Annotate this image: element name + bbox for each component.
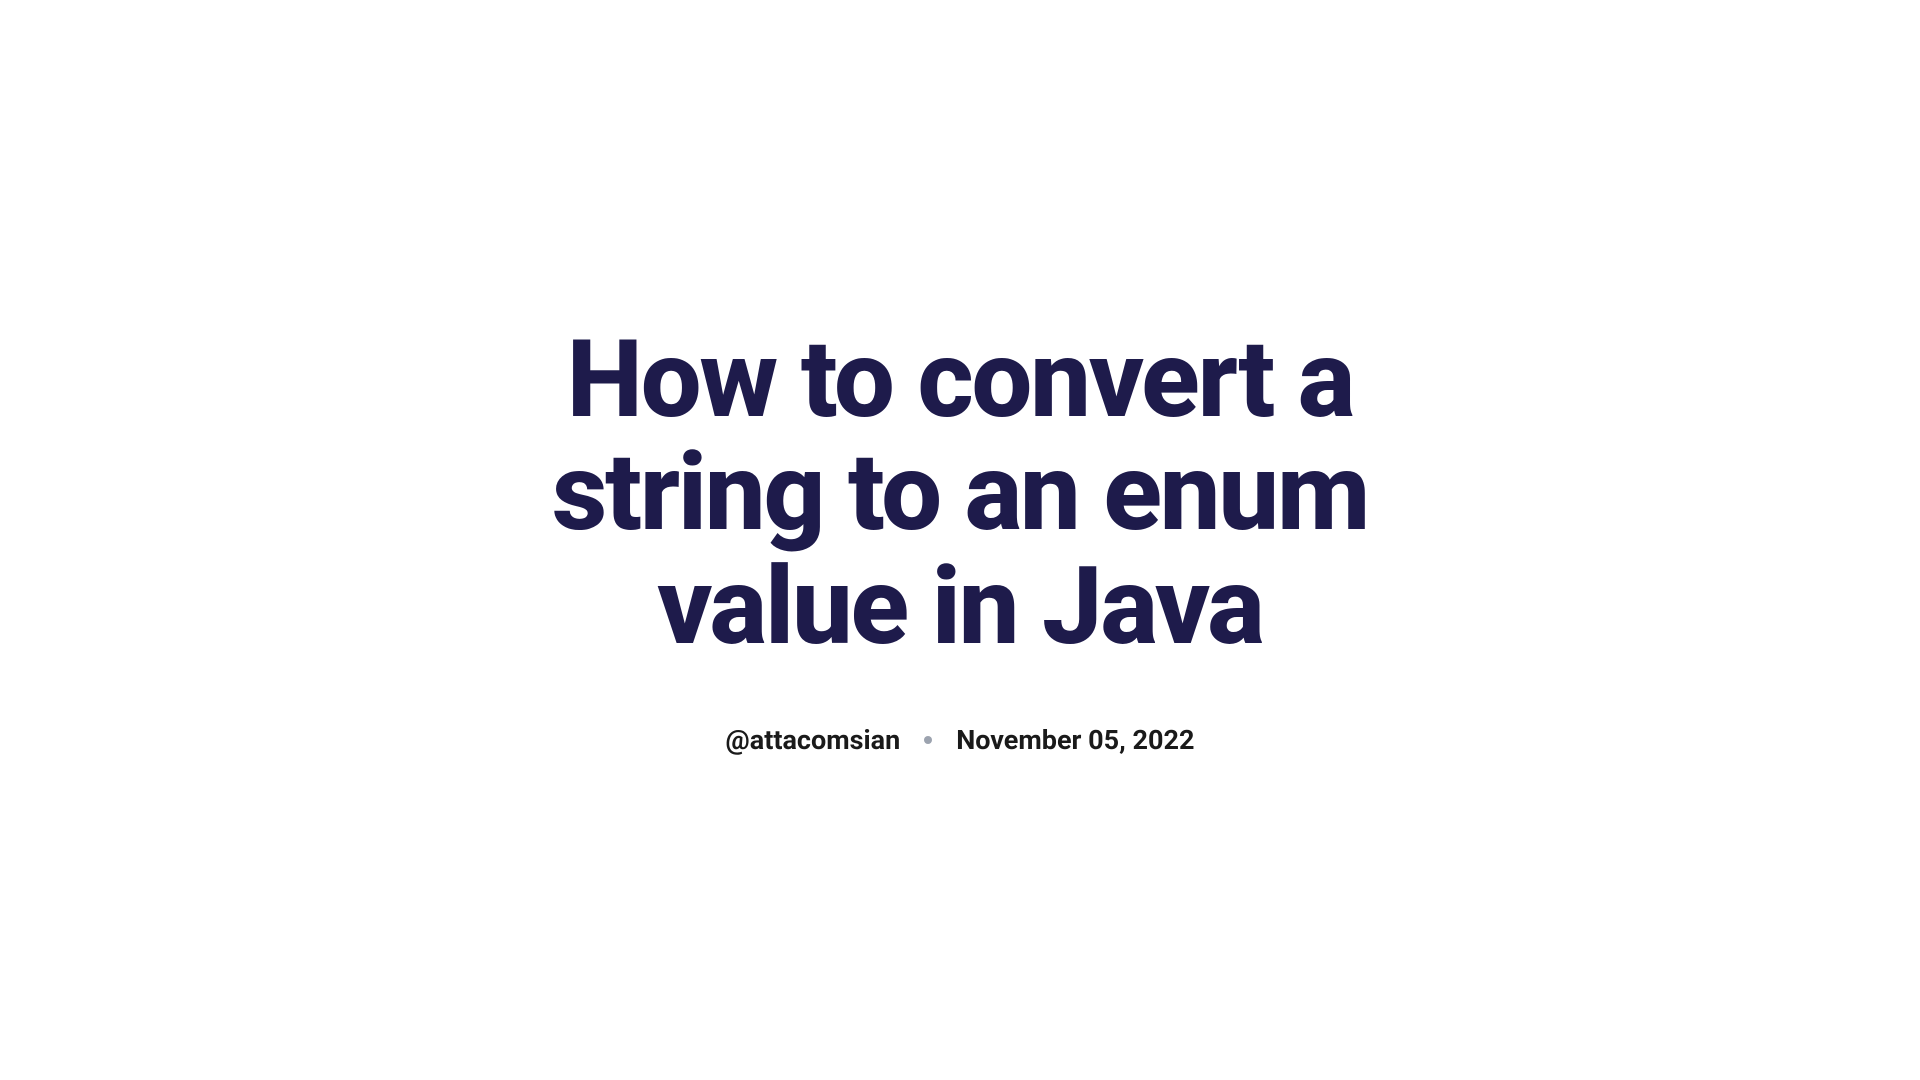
article-title: How to convert a string to an enum value… (450, 324, 1470, 664)
article-header: How to convert a string to an enum value… (410, 324, 1510, 756)
author-handle[interactable]: @attacomsian (726, 724, 901, 756)
article-meta: @attacomsian November 05, 2022 (450, 724, 1470, 756)
meta-separator-icon (924, 736, 932, 744)
publish-date: November 05, 2022 (956, 724, 1194, 756)
